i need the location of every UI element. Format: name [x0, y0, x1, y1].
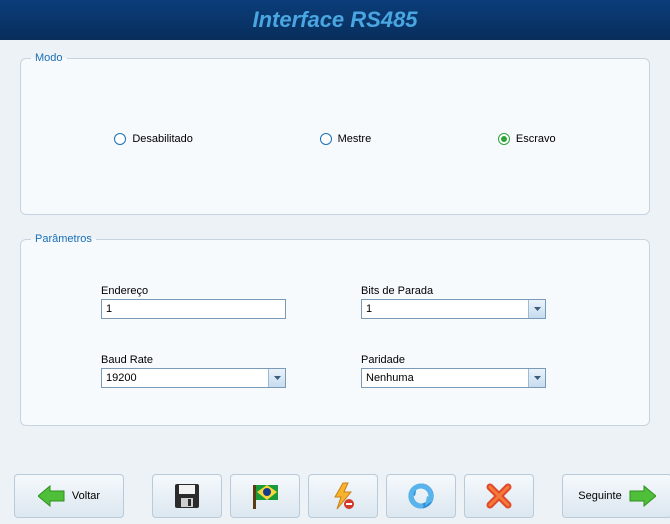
field-stopbits: Bits de Parada 1: [361, 285, 551, 336]
flash-button[interactable]: [308, 474, 378, 518]
radio-label: Desabilitado: [132, 133, 193, 145]
chevron-down-icon: [528, 300, 545, 318]
modo-legend: Modo: [31, 52, 67, 64]
back-label: Voltar: [72, 490, 100, 502]
radio-desabilitado[interactable]: Desabilitado: [114, 133, 193, 145]
parametros-group: Parâmetros Endereço Bits de Parada 1 Bau…: [20, 233, 650, 426]
label-baud: Baud Rate: [101, 354, 291, 366]
refresh-button[interactable]: [386, 474, 456, 518]
refresh-icon: [407, 482, 435, 510]
radio-icon: [498, 133, 510, 145]
select-value: 19200: [102, 369, 268, 387]
radio-escravo[interactable]: Escravo: [498, 133, 556, 145]
cancel-button[interactable]: [464, 474, 534, 518]
close-icon: [486, 483, 512, 509]
input-endereco[interactable]: [101, 299, 286, 319]
back-button[interactable]: Voltar: [14, 474, 124, 518]
flag-icon: [249, 482, 281, 510]
arrow-left-icon: [38, 485, 66, 507]
select-value: 1: [362, 300, 528, 318]
page-title: Interface RS485: [252, 7, 417, 33]
modo-group: Modo Desabilitado Mestre Escravo: [20, 52, 650, 215]
radio-icon: [114, 133, 126, 145]
radio-mestre[interactable]: Mestre: [320, 133, 372, 145]
next-label: Seguinte: [578, 490, 621, 502]
radio-label: Escravo: [516, 133, 556, 145]
label-paridade: Paridade: [361, 354, 551, 366]
radio-icon: [320, 133, 332, 145]
chevron-down-icon: [268, 369, 285, 387]
next-button[interactable]: Seguinte: [562, 474, 670, 518]
field-endereco: Endereço: [101, 285, 291, 336]
select-stopbits[interactable]: 1: [361, 299, 546, 319]
field-paridade: Paridade Nenhuma: [361, 354, 551, 405]
label-stopbits: Bits de Parada: [361, 285, 551, 297]
lightning-icon: [331, 482, 355, 510]
label-endereco: Endereço: [101, 285, 291, 297]
arrow-right-icon: [628, 485, 656, 507]
bottom-toolbar: Voltar: [0, 468, 670, 524]
param-body: Endereço Bits de Parada 1 Baud Rate 1920…: [21, 245, 649, 425]
field-baud: Baud Rate 19200: [101, 354, 291, 405]
parametros-legend: Parâmetros: [31, 233, 96, 245]
select-baud[interactable]: 19200: [101, 368, 286, 388]
content-area: Modo Desabilitado Mestre Escravo Parâmet…: [0, 40, 670, 448]
select-value: Nenhuma: [362, 369, 528, 387]
chevron-down-icon: [528, 369, 545, 387]
modo-body: Desabilitado Mestre Escravo: [21, 64, 649, 214]
language-button[interactable]: [230, 474, 300, 518]
floppy-icon: [173, 482, 201, 510]
save-button[interactable]: [152, 474, 222, 518]
radio-label: Mestre: [338, 133, 372, 145]
page-header: Interface RS485: [0, 0, 670, 40]
select-paridade[interactable]: Nenhuma: [361, 368, 546, 388]
